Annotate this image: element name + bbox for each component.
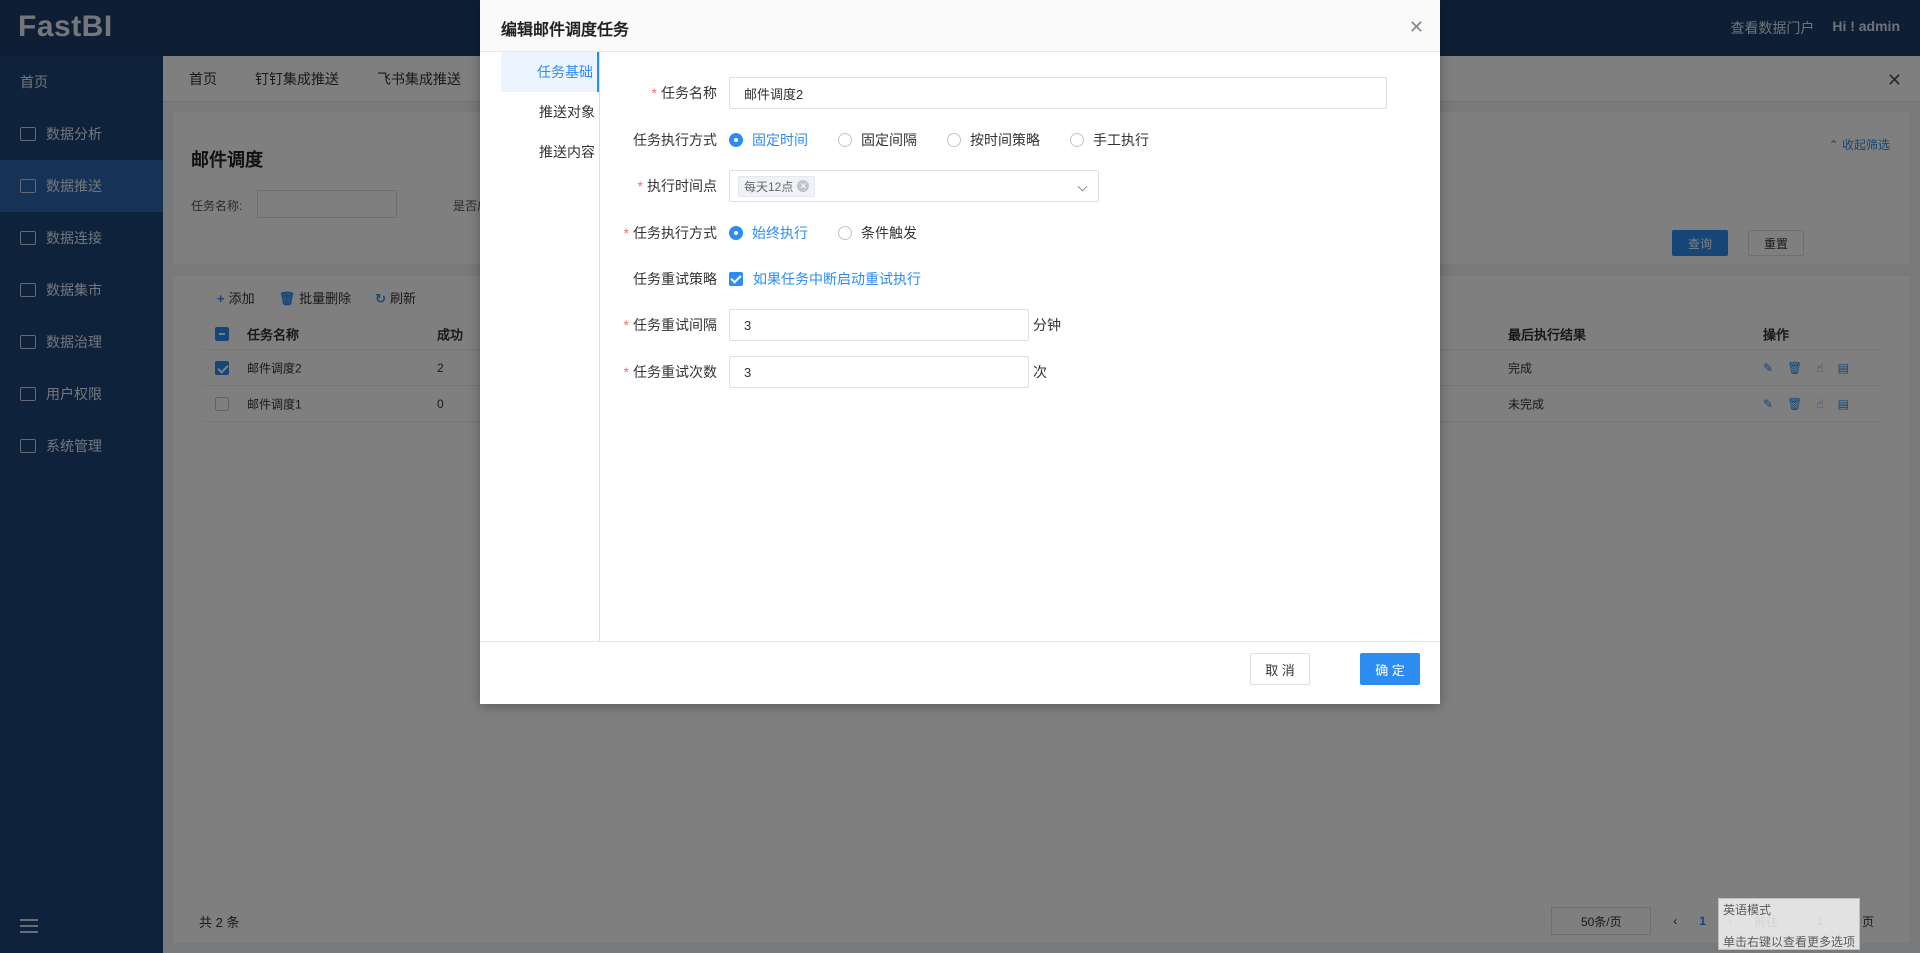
- nav-targets[interactable]: 推送对象: [501, 92, 599, 132]
- radio-label: 条件触发: [861, 225, 917, 241]
- radio-label: 始终执行: [752, 225, 808, 241]
- exec-time-tag: 每天12点 ✕: [738, 175, 816, 197]
- exec-time-row: * 执行时间点 每天12点 ✕: [601, 169, 1440, 203]
- radio-fixed-time[interactable]: 固定时间: [729, 130, 808, 150]
- ime-mode: 英语模式: [1723, 903, 1772, 917]
- dialog-title: 编辑邮件调度任务: [501, 22, 630, 39]
- run-mode-label: * 任务执行方式: [623, 225, 717, 241]
- exec-mode-label: 任务执行方式: [633, 132, 717, 148]
- exec-time-label: * 执行时间点: [637, 178, 717, 194]
- radio-always[interactable]: 始终执行: [729, 223, 808, 243]
- task-name-label: * 任务名称: [651, 85, 717, 101]
- radio-label: 固定时间: [752, 132, 808, 148]
- confirm-button[interactable]: 确 定: [1360, 653, 1420, 685]
- retry-checkbox[interactable]: [729, 272, 743, 286]
- run-mode-radio-group: 始终执行 条件触发: [729, 223, 917, 243]
- ime-tooltip: 英语模式 单击右键以查看更多选项: [1718, 898, 1860, 950]
- chevron-down-icon: [1077, 181, 1088, 192]
- radio-conditional[interactable]: 条件触发: [838, 223, 917, 243]
- retry-count-label-text: 任务重试次数: [633, 364, 717, 380]
- exec-mode-radio-group: 固定时间 固定间隔 按时间策略 手工执行: [729, 130, 1149, 150]
- retry-interval-input[interactable]: 3: [729, 309, 1029, 341]
- task-name-label-text: 任务名称: [661, 85, 717, 101]
- retry-checkbox-label: 如果任务中断启动重试执行: [753, 271, 921, 287]
- nav-basic[interactable]: 任务基础: [501, 52, 599, 92]
- edit-task-dialog: 编辑邮件调度任务 ✕ 任务基础 推送对象 推送内容 * 任务名称 邮件调度2 任务…: [480, 0, 1440, 704]
- retry-count-unit: 次: [1033, 364, 1047, 380]
- tag-close-icon[interactable]: ✕: [797, 180, 810, 192]
- retry-policy-label: 任务重试策略: [633, 271, 717, 287]
- dialog-footer: 取 消 确 定: [480, 641, 1440, 704]
- retry-interval-row: * 任务重试间隔 3 分钟: [601, 308, 1440, 342]
- dialog-nav: 任务基础 推送对象 推送内容: [480, 52, 600, 641]
- cancel-button[interactable]: 取 消: [1250, 653, 1310, 685]
- radio-manual[interactable]: 手工执行: [1070, 130, 1149, 150]
- radio-time-policy[interactable]: 按时间策略: [947, 130, 1040, 150]
- retry-interval-label-text: 任务重试间隔: [633, 317, 717, 333]
- retry-interval-unit: 分钟: [1033, 317, 1061, 333]
- dialog-header: 编辑邮件调度任务 ✕: [480, 0, 1440, 52]
- radio-label: 固定间隔: [861, 132, 917, 148]
- tag-label: 每天12点: [744, 179, 794, 194]
- retry-count-input[interactable]: 3: [729, 356, 1029, 388]
- run-mode-row: * 任务执行方式 始终执行 条件触发: [601, 216, 1440, 250]
- radio-label: 手工执行: [1093, 132, 1149, 148]
- radio-label: 按时间策略: [970, 132, 1040, 148]
- retry-policy-row: 任务重试策略 如果任务中断启动重试执行: [601, 262, 1440, 296]
- retry-interval-label: * 任务重试间隔: [623, 317, 717, 333]
- nav-content[interactable]: 推送内容: [501, 132, 599, 172]
- task-name-row: * 任务名称 邮件调度2: [601, 76, 1440, 110]
- radio-fixed-interval[interactable]: 固定间隔: [838, 130, 917, 150]
- task-name-input[interactable]: 邮件调度2: [729, 77, 1387, 109]
- retry-count-label: * 任务重试次数: [623, 364, 717, 380]
- exec-time-select[interactable]: 每天12点 ✕: [729, 170, 1099, 202]
- ime-hint: 单击右键以查看更多选项: [1723, 935, 1856, 949]
- retry-count-row: * 任务重试次数 3 次: [601, 355, 1440, 389]
- exec-mode-row: 任务执行方式 固定时间 固定间隔 按时间策略 手工执行: [601, 123, 1440, 157]
- dialog-body: * 任务名称 邮件调度2 任务执行方式 固定时间 固定间隔 按时间策略 手工执行 …: [601, 52, 1440, 641]
- exec-time-label-text: 执行时间点: [647, 178, 717, 194]
- close-icon[interactable]: ✕: [1409, 18, 1424, 36]
- run-mode-label-text: 任务执行方式: [633, 225, 717, 241]
